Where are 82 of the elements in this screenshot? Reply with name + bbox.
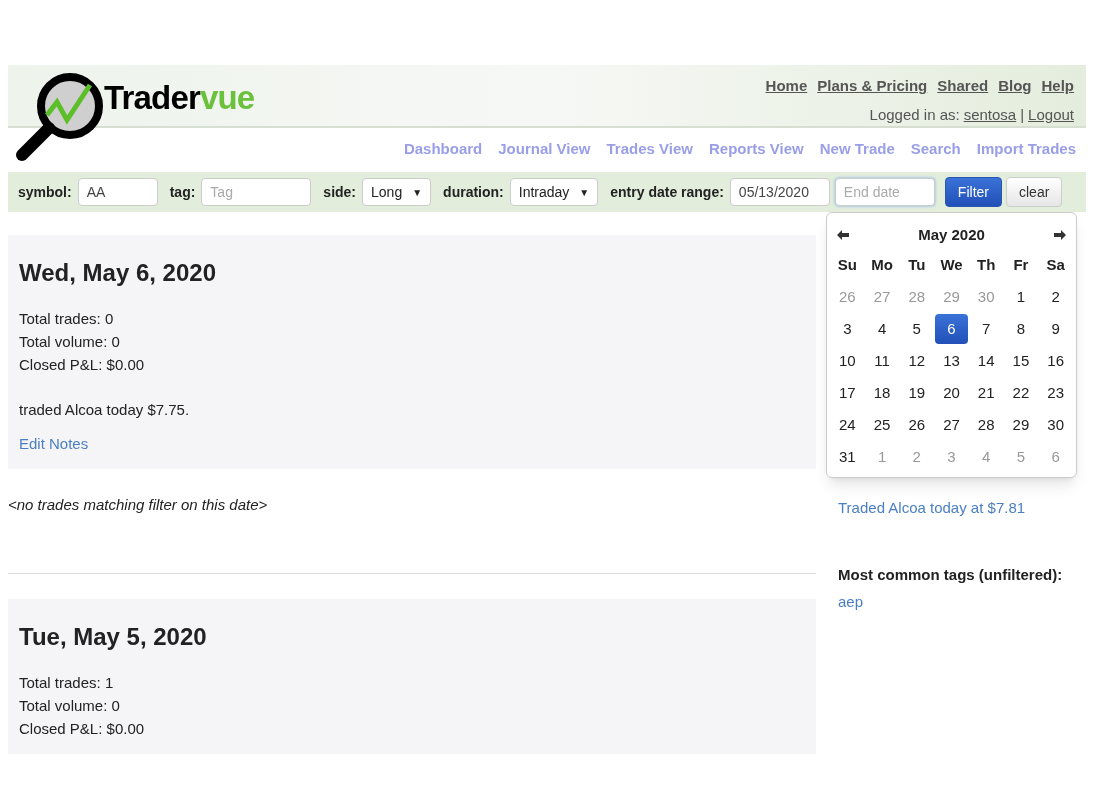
calendar-day[interactable]: 1 xyxy=(1004,282,1038,312)
calendar-day[interactable]: 29 xyxy=(1004,410,1038,440)
login-label: Logged in as: xyxy=(869,104,960,125)
calendar-day[interactable]: 26 xyxy=(900,410,934,440)
calendar-day[interactable]: 31 xyxy=(831,442,864,472)
month-title: May 2020 xyxy=(918,224,985,245)
calendar-day[interactable]: 2 xyxy=(1039,282,1072,312)
stat-text: Total trades: 1 xyxy=(19,673,115,693)
stat-text: Closed P&L: $0.00 xyxy=(19,355,146,375)
left-arrow-icon xyxy=(836,229,850,241)
field-label: duration: xyxy=(443,182,504,202)
weekday-label: Th xyxy=(976,254,997,275)
calendar-day[interactable]: 14 xyxy=(969,346,1003,376)
weekday-label: Fr xyxy=(1012,254,1030,275)
text-field[interactable]: Tag xyxy=(201,178,312,206)
stat-text: Total trades: 0 xyxy=(19,309,115,329)
field-label: symbol: xyxy=(18,182,72,202)
calendar-day[interactable]: 13 xyxy=(935,346,968,376)
right-arrow-icon xyxy=(1053,229,1067,241)
calendar-day[interactable]: 24 xyxy=(831,410,864,440)
date-field[interactable]: 05/13/2020 xyxy=(729,178,830,206)
calendar-day[interactable]: 30 xyxy=(1039,410,1072,440)
filter-button[interactable]: Filter xyxy=(944,177,1002,207)
calendar-day[interactable]: 18 xyxy=(865,378,899,408)
calendar-day[interactable]: 25 xyxy=(865,410,899,440)
header-link[interactable]: Help xyxy=(1041,75,1074,98)
edit-notes-link[interactable]: Edit Notes xyxy=(19,432,805,455)
calendar-day[interactable]: 12 xyxy=(900,346,934,376)
calendar-day[interactable]: 27 xyxy=(935,410,968,440)
calendar-day[interactable]: 6 xyxy=(935,314,968,344)
username-link[interactable]: sentosa xyxy=(963,103,1017,126)
logout-link[interactable]: Logout xyxy=(1028,103,1074,126)
header-link[interactable]: Shared xyxy=(937,75,989,98)
calendar-day[interactable]: 10 xyxy=(831,346,864,376)
header-link[interactable]: Home xyxy=(765,75,808,98)
tags-heading: Most common tags (unfiltered): xyxy=(838,564,1063,585)
dropdown[interactable]: Intraday ▼ xyxy=(509,178,599,206)
stat-text: Total volume: 0 xyxy=(19,696,121,716)
day-title: Wed, May 6, 2020 xyxy=(19,258,217,288)
calendar-day[interactable]: 7 xyxy=(969,314,1003,344)
calendar-day[interactable]: 19 xyxy=(900,378,934,408)
next-month-button[interactable] xyxy=(1053,229,1067,241)
tag-link[interactable]: aep xyxy=(838,593,864,610)
field-label: entry date range: xyxy=(610,182,724,202)
calendar-day[interactable]: 23 xyxy=(1039,378,1072,408)
header-link[interactable]: Blog xyxy=(998,75,1032,98)
calendar-day[interactable]: 9 xyxy=(1039,314,1072,344)
caret-icon: ▼ xyxy=(412,184,423,200)
calendar-day[interactable]: 16 xyxy=(1039,346,1072,376)
stat-text: Closed P&L: $0.00 xyxy=(19,719,146,739)
calendar-day[interactable]: 3 xyxy=(831,314,864,344)
previous-month-button[interactable] xyxy=(836,229,850,241)
calendar-day[interactable]: 17 xyxy=(831,378,864,408)
weekday-label: Sa xyxy=(1045,254,1066,275)
calendar-day[interactable]: 4 xyxy=(865,314,899,344)
text-field[interactable]: AA xyxy=(77,178,158,206)
calendar-day[interactable]: 28 xyxy=(969,410,1003,440)
day-title: Tue, May 5, 2020 xyxy=(19,622,208,652)
calendar-day[interactable]: 5 xyxy=(900,314,934,344)
calendar-day[interactable]: 11 xyxy=(865,346,899,376)
dropdown[interactable]: Long ▼ xyxy=(362,178,432,206)
separator: | xyxy=(1020,104,1025,125)
weekday-label: We xyxy=(939,254,964,275)
calendar-day[interactable]: 22 xyxy=(1004,378,1038,408)
empty-message: <no trades matching filter on this date> xyxy=(8,495,269,515)
calendar-day[interactable]: 15 xyxy=(1004,346,1038,376)
note-link[interactable]: Traded Alcoa today at $7.81 xyxy=(838,497,1063,520)
stat-text: Total volume: 0 xyxy=(19,332,121,352)
weekday-label: Su xyxy=(836,254,858,275)
note-text: traded Alcoa today $7.75. xyxy=(19,400,191,420)
weekday-label: Mo xyxy=(870,254,894,275)
weekday-label: Tu xyxy=(907,254,927,275)
header-link[interactable]: Plans & Pricing xyxy=(817,75,928,98)
field-label: side: xyxy=(323,182,357,202)
clear-button[interactable]: clear xyxy=(1006,177,1063,207)
logo-wordmark: Tradervue xyxy=(104,81,255,114)
caret-icon: ▼ xyxy=(579,184,590,200)
calendar-day[interactable]: 21 xyxy=(969,378,1003,408)
calendar-day[interactable]: 20 xyxy=(935,378,968,408)
calendar-day[interactable]: 8 xyxy=(1004,314,1038,344)
date-field[interactable]: End date xyxy=(834,178,935,206)
field-label: tag: xyxy=(169,182,196,202)
